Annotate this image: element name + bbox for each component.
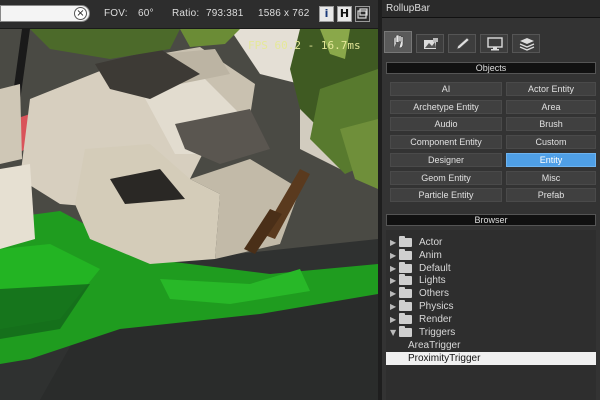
rollup-tabs: [382, 31, 600, 55]
tree-folder-label: Render: [419, 313, 452, 325]
tree-folder-label: Lights: [419, 275, 446, 287]
collapsed-arrow-icon[interactable]: ▶: [390, 300, 396, 313]
viewport-toolbar: × FOV: 60° Ratio: 793:381 1586 x 762 i H: [0, 0, 378, 29]
object-button-particle-entity[interactable]: Particle Entity: [390, 188, 502, 203]
folder-icon: [399, 248, 412, 260]
objects-tab-icon: [393, 34, 404, 49]
terrain-tab[interactable]: [416, 34, 444, 53]
search-input[interactable]: ×: [0, 5, 90, 22]
collapsed-arrow-icon[interactable]: ▶: [390, 287, 396, 300]
terrain-tab-icon: [424, 38, 438, 49]
maximize-icon[interactable]: [355, 6, 370, 22]
display-tab[interactable]: [480, 34, 508, 53]
collapsed-arrow-icon[interactable]: ▶: [390, 236, 396, 249]
ratio-value: 793:381: [206, 8, 244, 19]
object-button-audio[interactable]: Audio: [390, 117, 502, 132]
fov-value[interactable]: 60°: [138, 8, 154, 19]
clear-icon[interactable]: ×: [74, 7, 87, 20]
object-button-prefab[interactable]: Prefab: [506, 188, 596, 203]
folder-icon: [399, 287, 412, 299]
entity-browser-tree[interactable]: ▶ Actor ▶ Anim ▶ Default ▶ Lights ▶ Others ▶ Physic…: [386, 230, 596, 400]
object-button-ai[interactable]: AI: [390, 82, 502, 96]
tree-folder-render[interactable]: ▶ Render: [386, 312, 596, 326]
h-icon[interactable]: H: [337, 6, 352, 22]
objects-header[interactable]: Objects: [386, 62, 596, 74]
object-button-component-entity[interactable]: Component Entity: [390, 135, 502, 150]
collapsed-arrow-icon[interactable]: ▶: [390, 249, 396, 262]
viewport-scene: [0, 29, 378, 400]
browser-header[interactable]: Browser: [386, 214, 596, 226]
tree-folder-others[interactable]: ▶ Others: [386, 287, 596, 300]
object-button-misc[interactable]: Misc: [506, 170, 596, 185]
tree-folder-default[interactable]: ▶ Default: [386, 261, 596, 275]
tree-item-proximitytrigger[interactable]: ProximityTrigger: [386, 352, 596, 366]
tree-folder-physics[interactable]: ▶ Physics: [386, 300, 596, 313]
tree-folder-triggers[interactable]: ▼ Triggers: [386, 325, 596, 339]
tree-item-areatrigger[interactable]: AreaTrigger: [386, 339, 596, 352]
folder-icon: [399, 300, 412, 311]
collapsed-arrow-icon[interactable]: ▶: [390, 262, 396, 275]
folder-icon: [399, 325, 412, 337]
fps-counter: FPS 60.2 - 16.7ms: [248, 39, 361, 52]
folder-icon: [399, 261, 412, 273]
object-button-archetype-entity[interactable]: Archetype Entity: [390, 99, 502, 114]
rollup-bar-title: RollupBar: [382, 0, 600, 18]
tree-item-label: AreaTrigger: [408, 340, 461, 352]
tree-folder-label: Physics: [419, 301, 454, 312]
tree-folder-anim[interactable]: ▶ Anim: [386, 248, 596, 262]
3d-viewport[interactable]: FPS 60.2 - 16.7ms: [0, 29, 378, 400]
expanded-arrow-icon[interactable]: ▼: [390, 326, 396, 339]
layers-tab-icon: [519, 38, 535, 51]
modify-tab-icon: [456, 37, 470, 50]
tree-folder-label: Anim: [419, 249, 442, 261]
objects-tab[interactable]: [384, 31, 412, 53]
tree-item-label: ProximityTrigger: [408, 353, 481, 365]
layers-tab[interactable]: [512, 34, 540, 53]
collapsed-arrow-icon[interactable]: ▶: [390, 313, 396, 326]
tree-folder-label: Default: [419, 262, 451, 274]
tree-folder-label: Triggers: [419, 326, 456, 338]
fov-label: FOV:: [104, 8, 128, 19]
object-button-area[interactable]: Area: [506, 99, 596, 114]
rollup-bar-panel: RollupBar Objects AI Actor Entity Archetyp…: [382, 0, 600, 400]
folder-icon: [399, 312, 412, 324]
ratio-label: Ratio:: [172, 8, 200, 19]
tree-folder-actor[interactable]: ▶ Actor: [386, 236, 596, 249]
display-tab-icon: [487, 37, 503, 51]
object-button-designer[interactable]: Designer: [390, 152, 502, 167]
tree-folder-label: Others: [419, 288, 450, 300]
object-button-entity[interactable]: Entity: [506, 152, 596, 167]
object-button-actor-entity[interactable]: Actor Entity: [506, 82, 596, 96]
modify-tab[interactable]: [448, 34, 476, 53]
tree-folder-lights[interactable]: ▶ Lights: [386, 274, 596, 287]
resolution-value[interactable]: 1586 x 762: [258, 8, 310, 19]
tree-folder-label: Actor: [419, 237, 443, 248]
collapsed-arrow-icon[interactable]: ▶: [390, 274, 396, 287]
folder-icon: [399, 274, 412, 286]
object-button-brush[interactable]: Brush: [506, 117, 596, 132]
folder-icon: [399, 236, 412, 247]
info-icon[interactable]: i: [319, 6, 334, 22]
object-button-custom[interactable]: Custom: [506, 135, 596, 150]
object-button-geom-entity[interactable]: Geom Entity: [390, 170, 502, 185]
